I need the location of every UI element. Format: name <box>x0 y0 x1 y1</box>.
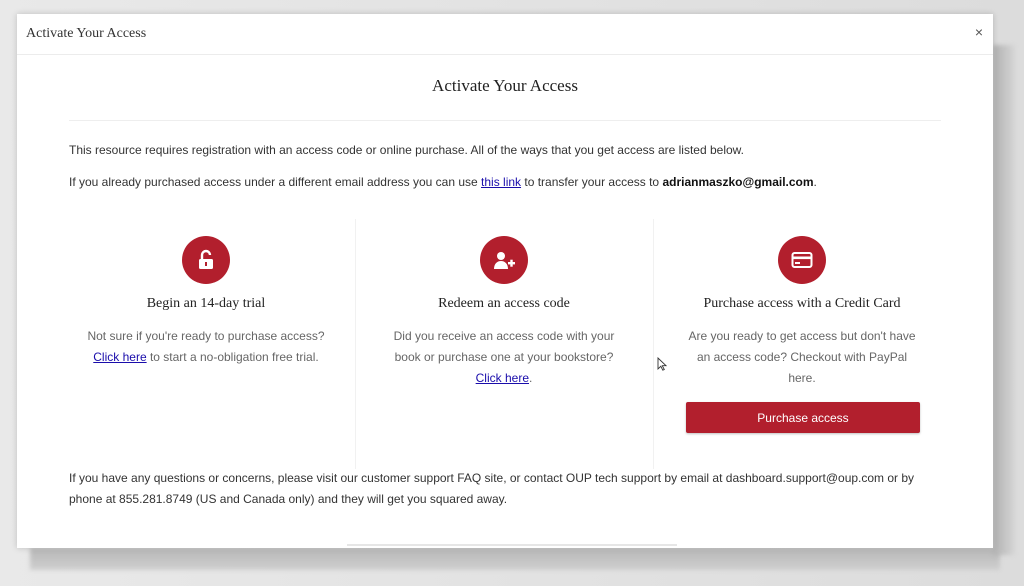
trial-click-here-link[interactable]: Click here <box>93 350 146 364</box>
redeem-title: Redeem an access code <box>438 296 570 311</box>
divider <box>69 120 941 121</box>
redeem-description: Did you receive an access code with your… <box>384 326 624 389</box>
purchase-access-button[interactable]: Purchase access <box>686 402 920 433</box>
backdrop-shadow-bottom <box>30 548 1000 570</box>
intro-text: This resource requires registration with… <box>69 143 744 157</box>
intro-line-1: This resource requires registration with… <box>69 143 745 157</box>
redeem-desc-prefix: Did you receive an access code with your… <box>393 329 615 364</box>
purchase-description: Are you ready to get access but don't ha… <box>688 329 916 385</box>
transfer-suffix: . <box>813 175 817 189</box>
page-title: Activate Your Access <box>432 76 578 95</box>
user-email: adrianmaszko@gmail.com <box>662 175 814 189</box>
support-text: If you have any questions or concerns, p… <box>69 471 915 506</box>
purchase-title: Purchase access with a Credit Card <box>703 296 901 311</box>
redeem-option: Redeem an access code Did you receive an… <box>356 236 652 389</box>
mouse-pointer-icon <box>657 357 667 371</box>
unlock-icon <box>182 236 230 284</box>
trial-title: Begin an 14-day trial <box>146 296 266 311</box>
trial-desc-prefix: Not sure if you're ready to purchase acc… <box>87 329 325 343</box>
purchase-option: Purchase access with a Credit Card Are y… <box>654 236 950 389</box>
redeem-click-here-link[interactable]: Click here <box>476 371 529 385</box>
trial-option: Begin an 14-day trial Not sure if you're… <box>58 236 354 368</box>
transfer-link[interactable]: this link <box>481 175 521 189</box>
trial-desc-suffix: to start a no-obligation free trial. <box>146 350 319 364</box>
modal-header: Activate Your Access × <box>17 14 993 55</box>
backdrop-shadow-right <box>993 45 1015 555</box>
modal-header-title: Activate Your Access <box>26 26 147 41</box>
transfer-text: If you already purchased access under a … <box>69 175 817 189</box>
credit-card-icon <box>778 236 826 284</box>
transfer-middle: to transfer your access to <box>521 175 663 189</box>
redeem-desc-suffix: . <box>529 371 533 385</box>
activate-access-modal: Activate Your Access × Activate Your Acc… <box>17 14 993 548</box>
bottom-divider <box>347 544 677 546</box>
user-plus-icon <box>480 236 528 284</box>
transfer-prefix: If you already purchased access under a … <box>69 175 482 189</box>
trial-description: Not sure if you're ready to purchase acc… <box>86 326 326 368</box>
close-button[interactable]: × <box>971 24 987 40</box>
